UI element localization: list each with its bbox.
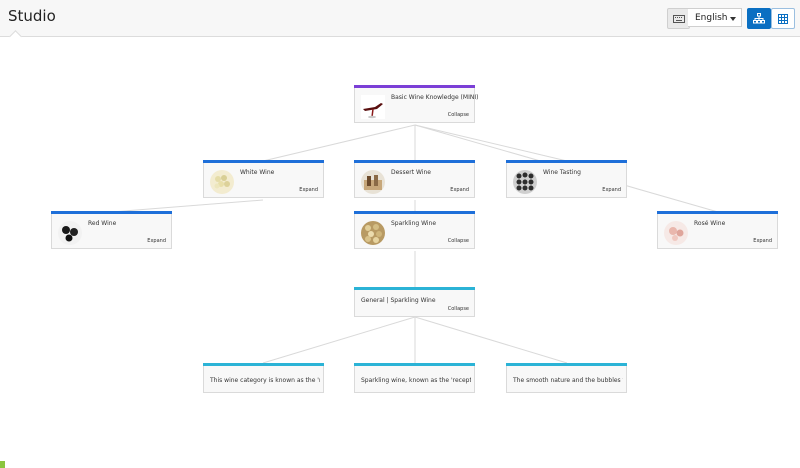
node-sparkling-wine[interactable]: Sparkling Wine Collapse: [354, 211, 475, 249]
node-label: This wine category is known as the 'rece…: [210, 377, 320, 384]
collapse-button[interactable]: Collapse: [448, 112, 469, 118]
node-label: Sparkling Wine: [391, 220, 437, 227]
node-white-wine[interactable]: White Wine Expand: [203, 160, 324, 198]
node-accent-bar: [354, 211, 475, 214]
node-label: Red Wine: [88, 220, 117, 227]
node-accent-bar: [203, 160, 324, 163]
white-grapes-image: [210, 170, 234, 194]
node-label: The smooth nature and the bubbles that S…: [513, 377, 623, 384]
app-title: Studio: [8, 7, 56, 25]
expand-button[interactable]: Expand: [299, 187, 318, 193]
node-wine-tasting[interactable]: Wine Tasting Expand: [506, 160, 627, 198]
node-dessert-wine[interactable]: Dessert Wine Expand: [354, 160, 475, 198]
sparkling-wine-image: [361, 221, 385, 245]
node-accent-bar: [657, 211, 778, 214]
node-label: General | Sparkling Wine: [361, 297, 436, 304]
node-content-item[interactable]: Sparkling wine, known as the 'reception …: [354, 363, 475, 393]
node-content-item[interactable]: This wine category is known as the 'rece…: [203, 363, 324, 393]
node-label: White Wine: [240, 169, 275, 176]
node-label: Sparkling wine, known as the 'reception …: [361, 377, 471, 384]
language-value: English: [695, 12, 728, 23]
top-bar: Studio English: [0, 0, 800, 37]
expand-button[interactable]: Expand: [753, 238, 772, 244]
collapse-button[interactable]: Collapse: [448, 306, 469, 312]
grid-view-button[interactable]: [771, 8, 795, 29]
wine-tasting-image: [513, 170, 537, 194]
chevron-down-icon: [730, 17, 736, 21]
tree-canvas: Basic Wine Knowledge (MINI) Collapse Whi…: [0, 37, 800, 468]
hierarchy-icon: [753, 13, 765, 24]
tree-view-button[interactable]: [747, 8, 771, 29]
expand-button[interactable]: Expand: [450, 187, 469, 193]
node-accent-bar: [354, 287, 475, 290]
dessert-wine-image: [361, 170, 385, 194]
node-accent-bar: [354, 85, 475, 88]
rose-wine-image: [664, 221, 688, 245]
node-rose-wine[interactable]: Rosé Wine Expand: [657, 211, 778, 249]
node-content-item[interactable]: The smooth nature and the bubbles that S…: [506, 363, 627, 393]
node-label: Wine Tasting: [543, 169, 581, 176]
node-red-wine[interactable]: Red Wine Expand: [51, 211, 172, 249]
grid-icon: [778, 13, 788, 24]
node-accent-bar: [51, 211, 172, 214]
node-accent-bar: [506, 363, 627, 366]
node-label: Dessert Wine: [391, 169, 431, 176]
node-label: Rosé Wine: [694, 220, 726, 227]
keyboard-icon: [672, 14, 685, 23]
language-select[interactable]: English: [688, 8, 742, 27]
expand-button[interactable]: Expand: [602, 187, 621, 193]
status-indicator: [0, 461, 5, 468]
collapse-button[interactable]: Collapse: [448, 238, 469, 244]
node-label: Basic Wine Knowledge (MINI): [391, 94, 479, 101]
node-accent-bar: [203, 363, 324, 366]
node-general-sparkling-wine[interactable]: General | Sparkling Wine Collapse: [354, 287, 475, 317]
node-accent-bar: [506, 160, 627, 163]
red-wine-image: [58, 221, 82, 245]
node-accent-bar: [354, 363, 475, 366]
wine-pour-image: [361, 95, 385, 119]
expand-button[interactable]: Expand: [147, 238, 166, 244]
keyboard-button[interactable]: [667, 8, 690, 29]
node-basic-wine-knowledge[interactable]: Basic Wine Knowledge (MINI) Collapse: [354, 85, 479, 123]
node-accent-bar: [354, 160, 475, 163]
